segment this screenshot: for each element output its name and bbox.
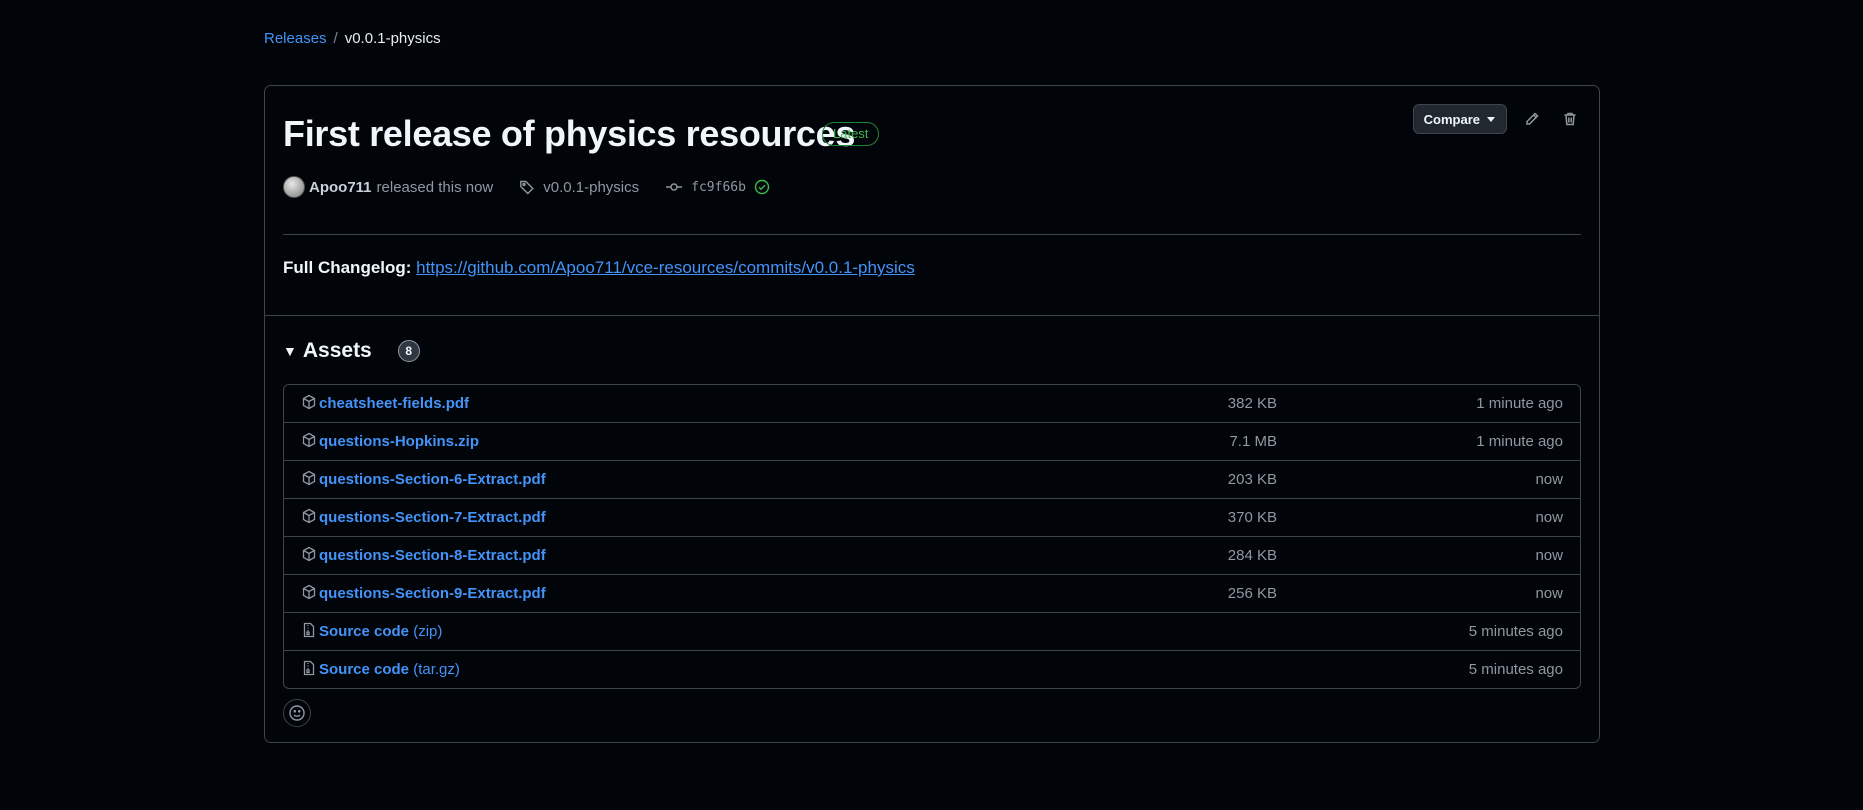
asset-size: 382 KB: [1227, 395, 1277, 412]
release-meta: Apoo711 released this now v0.0.1-physics…: [283, 176, 770, 198]
release-card: First release of physics resources Lates…: [264, 85, 1600, 743]
compare-label: Compare: [1423, 111, 1480, 127]
changelog: Full Changelog: https://github.com/Apoo7…: [283, 258, 915, 278]
asset-time: 1 minute ago: [1476, 433, 1563, 450]
triangle-down-icon: [1487, 117, 1495, 122]
asset-link[interactable]: Source code (tar.gz): [319, 661, 460, 678]
assets-title: Assets: [302, 339, 372, 362]
asset-time: 1 minute ago: [1476, 395, 1563, 412]
release-header: First release of physics resources Lates…: [265, 86, 1599, 316]
asset-link[interactable]: Source code (zip): [319, 623, 442, 640]
asset-name: questions-Hopkins.zip: [319, 433, 480, 450]
asset-time: now: [1535, 547, 1563, 564]
release-actions: Compare: [1412, 104, 1583, 134]
commit-sha: fc9f66b: [691, 179, 746, 195]
asset-time: 5 minutes ago: [1468, 661, 1563, 678]
assets-table: cheatsheet-fields.pdf 382 KB 1 minute ago q…: [283, 384, 1581, 689]
asset-link[interactable]: cheatsheet-fields.pdf: [319, 395, 469, 412]
asset-name: questions-Section-8-Extract.pdf: [319, 547, 546, 564]
tag-link[interactable]: v0.0.1-physics: [519, 179, 639, 196]
delete-button[interactable]: [1557, 106, 1583, 132]
compare-button[interactable]: Compare: [1412, 104, 1507, 134]
avatar[interactable]: [283, 176, 305, 198]
pencil-icon: [1526, 112, 1539, 125]
smiley-icon: [289, 705, 305, 721]
asset-row: cheatsheet-fields.pdf 382 KB 1 minute ago: [284, 385, 1580, 423]
package-icon: [301, 470, 317, 490]
asset-size: 7.1 MB: [1229, 433, 1277, 450]
tag-label: v0.0.1-physics: [543, 178, 640, 196]
asset-row: Source code (tar.gz) 5 minutes ago: [284, 651, 1580, 688]
trash-icon: [1564, 112, 1576, 126]
asset-link[interactable]: questions-Section-6-Extract.pdf: [319, 471, 546, 488]
asset-time: now: [1535, 585, 1563, 602]
asset-link[interactable]: questions-Section-9-Extract.pdf: [319, 585, 546, 602]
asset-suffix: (zip): [409, 623, 443, 640]
package-icon: [301, 546, 317, 566]
package-icon: [301, 432, 317, 452]
commit-link[interactable]: fc9f66b: [665, 179, 770, 195]
changelog-link[interactable]: https://github.com/Apoo711/vce-resources…: [416, 258, 915, 277]
asset-row: questions-Section-7-Extract.pdf 370 KB now: [284, 499, 1580, 537]
asset-name: Source code: [319, 661, 410, 678]
asset-size: 370 KB: [1227, 509, 1277, 526]
caret-down-icon: ▼: [283, 343, 297, 359]
asset-row: questions-Section-6-Extract.pdf 203 KB now: [284, 461, 1580, 499]
asset-time: 5 minutes ago: [1468, 623, 1563, 640]
breadcrumb-current: v0.0.1-physics: [344, 30, 441, 47]
file-zip-icon: [301, 622, 317, 642]
latest-badge: Latest: [822, 122, 880, 146]
git-commit-icon: [666, 183, 683, 191]
asset-time: now: [1535, 471, 1563, 488]
asset-time: now: [1535, 509, 1563, 526]
file-zip-icon: [301, 660, 317, 680]
breadcrumb: Releases / v0.0.1-physics: [264, 30, 441, 47]
package-icon: [301, 508, 317, 528]
asset-size: 256 KB: [1227, 585, 1277, 602]
asset-row: Source code (zip) 5 minutes ago: [284, 613, 1580, 651]
asset-name: questions-Section-7-Extract.pdf: [319, 509, 546, 526]
breadcrumb-releases-link[interactable]: Releases: [264, 30, 327, 47]
asset-link[interactable]: questions-Section-7-Extract.pdf: [319, 509, 546, 526]
asset-size: 203 KB: [1227, 471, 1277, 488]
author-link[interactable]: Apoo711: [309, 179, 372, 196]
breadcrumb-separator: /: [333, 30, 338, 47]
changelog-label: Full Changelog:: [283, 258, 412, 277]
asset-name: Source code: [319, 623, 410, 640]
check-circle-icon[interactable]: [754, 179, 770, 195]
assets-toggle[interactable]: ▼ Assets 8: [283, 339, 420, 363]
asset-link[interactable]: questions-Hopkins.zip: [319, 433, 479, 450]
asset-row: questions-Section-9-Extract.pdf 256 KB now: [284, 575, 1580, 613]
asset-name: questions-Section-9-Extract.pdf: [319, 585, 546, 602]
release-title: First release of physics resources: [283, 113, 856, 154]
divider: [283, 234, 1581, 235]
add-reaction-button[interactable]: [283, 699, 311, 727]
asset-name: questions-Section-6-Extract.pdf: [319, 471, 546, 488]
released-text: released this now: [376, 178, 494, 196]
asset-suffix: (tar.gz): [409, 661, 460, 678]
asset-link[interactable]: questions-Section-8-Extract.pdf: [319, 547, 546, 564]
package-icon: [301, 394, 317, 414]
asset-row: questions-Section-8-Extract.pdf 284 KB now: [284, 537, 1580, 575]
tag-icon: [520, 180, 535, 195]
edit-button[interactable]: [1519, 106, 1545, 132]
asset-name: cheatsheet-fields.pdf: [319, 395, 470, 412]
package-icon: [301, 584, 317, 604]
assets-count-badge: 8: [397, 340, 420, 362]
asset-row: questions-Hopkins.zip 7.1 MB 1 minute ago: [284, 423, 1580, 461]
asset-size: 284 KB: [1227, 547, 1277, 564]
